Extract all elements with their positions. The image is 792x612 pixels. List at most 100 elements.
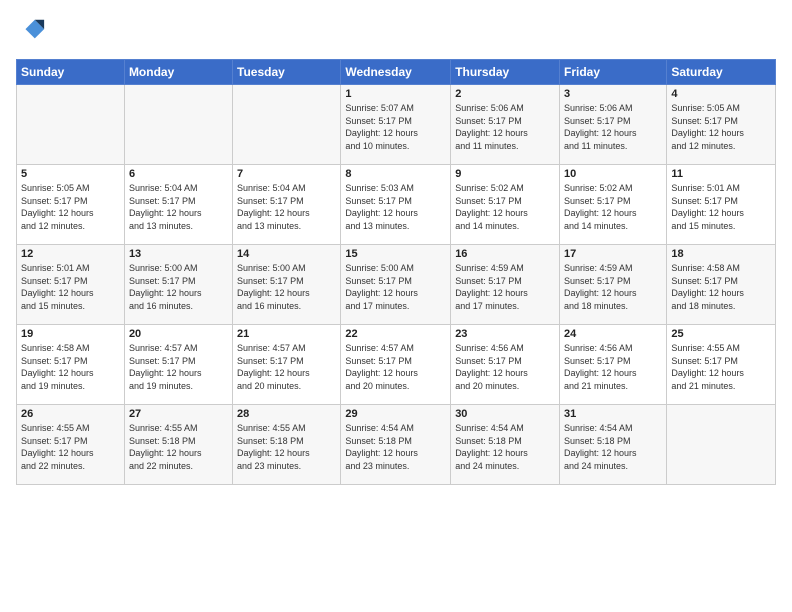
day-info: Sunrise: 5:05 AM Sunset: 5:17 PM Dayligh…: [671, 102, 771, 152]
day-info: Sunrise: 5:00 AM Sunset: 5:17 PM Dayligh…: [237, 262, 336, 312]
calendar-cell: 13Sunrise: 5:00 AM Sunset: 5:17 PM Dayli…: [124, 245, 232, 325]
day-info: Sunrise: 5:00 AM Sunset: 5:17 PM Dayligh…: [129, 262, 228, 312]
day-info: Sunrise: 4:57 AM Sunset: 5:17 PM Dayligh…: [345, 342, 446, 392]
week-row-2: 12 Sunrise: 5:01 AM Sunset: 5:17 PM Dayli…: [17, 245, 776, 325]
calendar-cell: 5 Sunrise: 5:05 AM Sunset: 5:17 PM Daylig…: [17, 165, 125, 245]
calendar-cell: 24Sunrise: 4:56 AM Sunset: 5:17 PM Dayli…: [560, 325, 667, 405]
day-number: 22: [345, 328, 446, 340]
day-info: Sunrise: 5:02 AM Sunset: 5:17 PM Dayligh…: [564, 182, 662, 232]
day-number: 15: [345, 248, 446, 260]
day-number: 1: [345, 88, 446, 100]
day-info: Sunrise: 5:00 AM Sunset: 5:17 PM Dayligh…: [345, 262, 446, 312]
day-number: 27: [129, 408, 228, 420]
day-number: 23: [455, 328, 555, 340]
day-info: Sunrise: 5:04 AM Sunset: 5:17 PM Dayligh…: [129, 182, 228, 232]
calendar-cell: 18Sunrise: 4:58 AM Sunset: 5:17 PM Dayli…: [667, 245, 776, 325]
day-number: 19: [21, 328, 120, 340]
weekday-header-wednesday: Wednesday: [341, 60, 451, 85]
day-number: 3: [564, 88, 662, 100]
day-number: 26: [21, 408, 120, 420]
calendar: SundayMondayTuesdayWednesdayThursdayFrid…: [16, 59, 776, 485]
day-number: 5: [21, 168, 120, 180]
calendar-cell: 11Sunrise: 5:01 AM Sunset: 5:17 PM Dayli…: [667, 165, 776, 245]
calendar-cell: 16 Sunrise: 4:59 AM Sunset: 5:17 PM Dayli…: [451, 245, 560, 325]
calendar-cell: 8Sunrise: 5:03 AM Sunset: 5:17 PM Daylig…: [341, 165, 451, 245]
day-info: Sunrise: 4:55 AM Sunset: 5:18 PM Dayligh…: [129, 422, 228, 472]
day-number: 25: [671, 328, 771, 340]
day-info: Sunrise: 4:55 AM Sunset: 5:17 PM Dayligh…: [21, 422, 120, 472]
day-info: Sunrise: 4:57 AM Sunset: 5:17 PM Dayligh…: [237, 342, 336, 392]
day-number: 4: [671, 88, 771, 100]
calendar-cell: [233, 85, 341, 165]
calendar-cell: 26 Sunrise: 4:55 AM Sunset: 5:17 PM Dayli…: [17, 405, 125, 485]
calendar-cell: 12 Sunrise: 5:01 AM Sunset: 5:17 PM Dayli…: [17, 245, 125, 325]
day-number: 17: [564, 248, 662, 260]
calendar-cell: 6 Sunrise: 5:04 AM Sunset: 5:17 PM Daylig…: [124, 165, 232, 245]
day-info: Sunrise: 5:04 AM Sunset: 5:17 PM Dayligh…: [237, 182, 336, 232]
calendar-cell: 2 Sunrise: 5:06 AM Sunset: 5:17 PM Daylig…: [451, 85, 560, 165]
day-info: Sunrise: 4:55 AM Sunset: 5:17 PM Dayligh…: [671, 342, 771, 392]
calendar-cell: 17 Sunrise: 4:59 AM Sunset: 5:17 PM Dayli…: [560, 245, 667, 325]
day-number: 7: [237, 168, 336, 180]
calendar-cell: 29 Sunrise: 4:54 AM Sunset: 5:18 PM Dayli…: [341, 405, 451, 485]
weekday-header-row: SundayMondayTuesdayWednesdayThursdayFrid…: [17, 60, 776, 85]
header: [16, 16, 776, 49]
day-info: Sunrise: 4:54 AM Sunset: 5:18 PM Dayligh…: [345, 422, 446, 472]
day-number: 31: [564, 408, 662, 420]
week-row-1: 5 Sunrise: 5:05 AM Sunset: 5:17 PM Daylig…: [17, 165, 776, 245]
day-info: Sunrise: 5:06 AM Sunset: 5:17 PM Dayligh…: [564, 102, 662, 152]
day-info: Sunrise: 5:01 AM Sunset: 5:17 PM Dayligh…: [671, 182, 771, 232]
day-info: Sunrise: 5:01 AM Sunset: 5:17 PM Dayligh…: [21, 262, 120, 312]
day-info: Sunrise: 5:03 AM Sunset: 5:17 PM Dayligh…: [345, 182, 446, 232]
day-number: 28: [237, 408, 336, 420]
calendar-cell: 19 Sunrise: 4:58 AM Sunset: 5:17 PM Dayli…: [17, 325, 125, 405]
day-info: Sunrise: 4:54 AM Sunset: 5:18 PM Dayligh…: [564, 422, 662, 472]
calendar-cell: [667, 405, 776, 485]
day-number: 12: [21, 248, 120, 260]
calendar-cell: 20Sunrise: 4:57 AM Sunset: 5:17 PM Dayli…: [124, 325, 232, 405]
week-row-0: 1 Sunrise: 5:07 AM Sunset: 5:17 PM Daylig…: [17, 85, 776, 165]
day-info: Sunrise: 4:56 AM Sunset: 5:17 PM Dayligh…: [564, 342, 662, 392]
calendar-cell: 3 Sunrise: 5:06 AM Sunset: 5:17 PM Daylig…: [560, 85, 667, 165]
calendar-cell: 1 Sunrise: 5:07 AM Sunset: 5:17 PM Daylig…: [341, 85, 451, 165]
week-row-4: 26 Sunrise: 4:55 AM Sunset: 5:17 PM Dayli…: [17, 405, 776, 485]
calendar-cell: 25 Sunrise: 4:55 AM Sunset: 5:17 PM Dayli…: [667, 325, 776, 405]
page: SundayMondayTuesdayWednesdayThursdayFrid…: [0, 0, 792, 612]
day-number: 18: [671, 248, 771, 260]
day-info: Sunrise: 4:58 AM Sunset: 5:17 PM Dayligh…: [21, 342, 120, 392]
day-number: 2: [455, 88, 555, 100]
calendar-cell: 27 Sunrise: 4:55 AM Sunset: 5:18 PM Dayli…: [124, 405, 232, 485]
calendar-cell: 10 Sunrise: 5:02 AM Sunset: 5:17 PM Dayli…: [560, 165, 667, 245]
day-info: Sunrise: 4:56 AM Sunset: 5:17 PM Dayligh…: [455, 342, 555, 392]
day-info: Sunrise: 4:54 AM Sunset: 5:18 PM Dayligh…: [455, 422, 555, 472]
calendar-cell: 14Sunrise: 5:00 AM Sunset: 5:17 PM Dayli…: [233, 245, 341, 325]
weekday-header-friday: Friday: [560, 60, 667, 85]
calendar-cell: 22 Sunrise: 4:57 AM Sunset: 5:17 PM Dayli…: [341, 325, 451, 405]
day-info: Sunrise: 5:02 AM Sunset: 5:17 PM Dayligh…: [455, 182, 555, 232]
day-info: Sunrise: 4:59 AM Sunset: 5:17 PM Dayligh…: [564, 262, 662, 312]
calendar-cell: [124, 85, 232, 165]
day-info: Sunrise: 4:59 AM Sunset: 5:17 PM Dayligh…: [455, 262, 555, 312]
weekday-header-tuesday: Tuesday: [233, 60, 341, 85]
day-info: Sunrise: 4:55 AM Sunset: 5:18 PM Dayligh…: [237, 422, 336, 472]
weekday-header-monday: Monday: [124, 60, 232, 85]
day-number: 10: [564, 168, 662, 180]
day-number: 16: [455, 248, 555, 260]
calendar-cell: 4 Sunrise: 5:05 AM Sunset: 5:17 PM Daylig…: [667, 85, 776, 165]
calendar-cell: 21Sunrise: 4:57 AM Sunset: 5:17 PM Dayli…: [233, 325, 341, 405]
calendar-cell: [17, 85, 125, 165]
calendar-cell: 7 Sunrise: 5:04 AM Sunset: 5:17 PM Daylig…: [233, 165, 341, 245]
calendar-cell: 23 Sunrise: 4:56 AM Sunset: 5:17 PM Dayli…: [451, 325, 560, 405]
calendar-cell: 31 Sunrise: 4:54 AM Sunset: 5:18 PM Dayli…: [560, 405, 667, 485]
logo: [16, 16, 46, 49]
day-info: Sunrise: 5:05 AM Sunset: 5:17 PM Dayligh…: [21, 182, 120, 232]
day-info: Sunrise: 5:06 AM Sunset: 5:17 PM Dayligh…: [455, 102, 555, 152]
calendar-cell: 30Sunrise: 4:54 AM Sunset: 5:18 PM Dayli…: [451, 405, 560, 485]
calendar-cell: 15 Sunrise: 5:00 AM Sunset: 5:17 PM Dayli…: [341, 245, 451, 325]
day-info: Sunrise: 5:07 AM Sunset: 5:17 PM Dayligh…: [345, 102, 446, 152]
calendar-cell: 28 Sunrise: 4:55 AM Sunset: 5:18 PM Dayli…: [233, 405, 341, 485]
weekday-header-saturday: Saturday: [667, 60, 776, 85]
day-number: 29: [345, 408, 446, 420]
day-info: Sunrise: 4:57 AM Sunset: 5:17 PM Dayligh…: [129, 342, 228, 392]
day-number: 6: [129, 168, 228, 180]
